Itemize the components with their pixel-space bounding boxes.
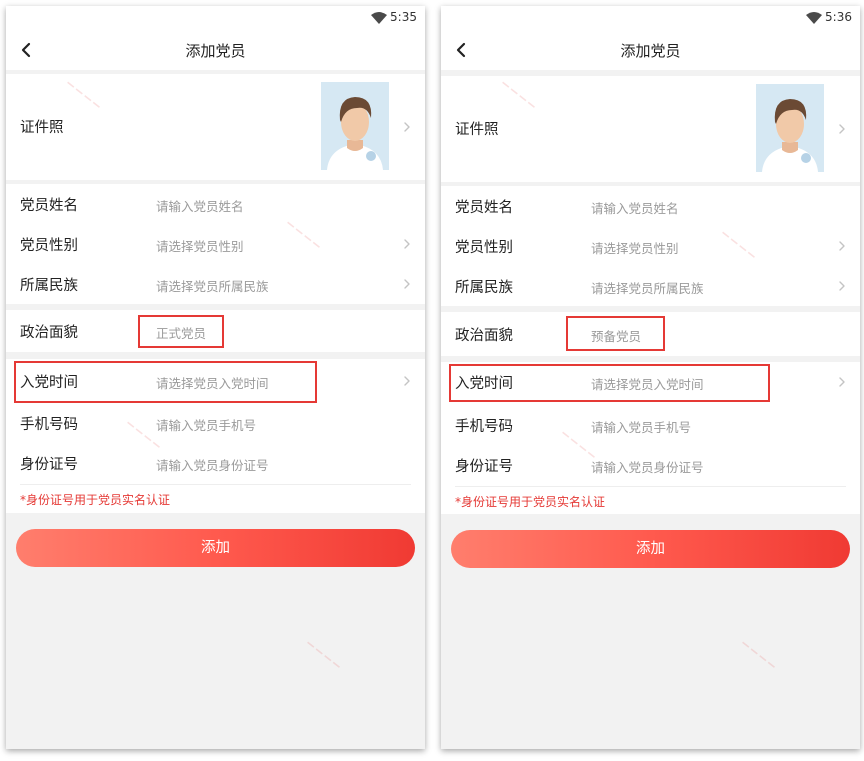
political-status-card: 政治面貌 正式党员 bbox=[6, 310, 425, 352]
contact-card: 入党时间 请选择党员入党时间 手机号码 请输入党员手机号 身份证号 请输入党员身… bbox=[441, 362, 860, 514]
political-status-value[interactable]: 正式党员 bbox=[156, 323, 206, 342]
phone-row[interactable]: 手机号码 请输入党员手机号 bbox=[6, 403, 425, 443]
photo-label: 证件照 bbox=[455, 122, 499, 138]
field-label: 党员姓名 bbox=[20, 198, 78, 214]
ethnicity-row[interactable]: 所属民族 请选择党员所属民族 bbox=[441, 266, 860, 306]
chevron-right-icon bbox=[838, 281, 846, 291]
ethnicity-row[interactable]: 所属民族 请选择党员所属民族 bbox=[6, 264, 425, 304]
divider bbox=[20, 484, 411, 485]
field-label: 政治面貌 bbox=[455, 328, 513, 344]
phone-row[interactable]: 手机号码 请输入党员手机号 bbox=[441, 405, 860, 445]
field-label: 手机号码 bbox=[20, 417, 78, 433]
ethnicity-select[interactable]: 请选择党员所属民族 bbox=[591, 278, 704, 297]
avatar-photo[interactable] bbox=[756, 84, 824, 172]
title-bar: 添加党员 bbox=[441, 30, 860, 70]
id-hint-text: *身份证号用于党员实名认证 bbox=[20, 493, 171, 507]
id-number-input[interactable]: 请输入党员身份证号 bbox=[156, 455, 269, 474]
title-bar: 添加党员 bbox=[6, 30, 425, 70]
field-label: 党员性别 bbox=[20, 238, 78, 254]
name-row[interactable]: 党员姓名 请输入党员姓名 bbox=[441, 186, 860, 226]
photo-label: 证件照 bbox=[20, 120, 64, 136]
field-label: 党员姓名 bbox=[455, 200, 513, 216]
gender-select[interactable]: 请选择党员性别 bbox=[591, 238, 679, 257]
field-label: 入党时间 bbox=[455, 376, 513, 392]
status-time: 5:35 bbox=[390, 10, 417, 24]
field-label: 所属民族 bbox=[455, 280, 513, 296]
name-input[interactable]: 请输入党员姓名 bbox=[156, 196, 244, 215]
add-button[interactable]: 添加 bbox=[16, 529, 415, 567]
photo-card: 证件照 bbox=[6, 74, 425, 180]
gender-row[interactable]: 党员性别 请选择党员性别 bbox=[441, 226, 860, 266]
name-input[interactable]: 请输入党员姓名 bbox=[591, 198, 679, 217]
phone-input[interactable]: 请输入党员手机号 bbox=[156, 415, 256, 434]
add-button[interactable]: 添加 bbox=[451, 530, 850, 568]
chevron-right-icon bbox=[403, 239, 411, 249]
field-label: 所属民族 bbox=[20, 278, 78, 294]
chevron-right-icon bbox=[838, 124, 846, 134]
id-number-row[interactable]: 身份证号 请输入党员身份证号 bbox=[6, 443, 425, 483]
join-date-select[interactable]: 请选择党员入党时间 bbox=[591, 374, 704, 393]
field-label: 政治面貌 bbox=[20, 325, 78, 341]
political-status-row[interactable]: 政治面貌 正式党员 bbox=[6, 311, 425, 351]
wifi-icon bbox=[806, 12, 822, 24]
political-status-value[interactable]: 预备党员 bbox=[591, 326, 641, 345]
avatar-photo[interactable] bbox=[321, 82, 389, 170]
gender-row[interactable]: 党员性别 请选择党员性别 bbox=[6, 224, 425, 264]
gender-select[interactable]: 请选择党员性别 bbox=[156, 236, 244, 255]
chevron-right-icon bbox=[403, 376, 411, 386]
field-label: 入党时间 bbox=[20, 375, 78, 391]
phone-input[interactable]: 请输入党员手机号 bbox=[591, 417, 691, 436]
phone-screen-left: 5:35 添加党员 证件照 党员姓名 请输入党员姓名 党员性别 请选择党员性别 … bbox=[6, 6, 425, 749]
watermark: ▁ ▁ ▁ ▁ bbox=[741, 634, 781, 669]
contact-card: 入党时间 请选择党员入党时间 手机号码 请输入党员手机号 身份证号 请输入党员身… bbox=[6, 359, 425, 513]
join-date-select[interactable]: 请选择党员入党时间 bbox=[156, 373, 269, 392]
field-label: 身份证号 bbox=[455, 459, 513, 475]
divider bbox=[455, 486, 846, 487]
field-label: 身份证号 bbox=[20, 457, 78, 473]
status-bar: 5:36 bbox=[441, 6, 860, 30]
field-label: 党员性别 bbox=[455, 240, 513, 256]
wifi-icon bbox=[371, 12, 387, 24]
id-number-row[interactable]: 身份证号 请输入党员身份证号 bbox=[441, 445, 860, 485]
basic-info-card: 党员姓名 请输入党员姓名 党员性别 请选择党员性别 所属民族 请选择党员所属民族 bbox=[441, 186, 860, 306]
basic-info-card: 党员姓名 请输入党员姓名 党员性别 请选择党员性别 所属民族 请选择党员所属民族 bbox=[6, 184, 425, 304]
photo-row[interactable]: 证件照 bbox=[6, 74, 425, 180]
status-bar: 5:35 bbox=[6, 6, 425, 30]
phone-screen-right: 5:36 添加党员 证件照 党员姓名 请输入党员姓名 党员性别 请选择党员性别 … bbox=[441, 6, 860, 749]
political-status-card: 政治面貌 预备党员 bbox=[441, 312, 860, 356]
join-date-row[interactable]: 入党时间 请选择党员入党时间 bbox=[6, 361, 425, 401]
id-number-input[interactable]: 请输入党员身份证号 bbox=[591, 457, 704, 476]
id-hint-text: *身份证号用于党员实名认证 bbox=[455, 495, 606, 509]
page-title: 添加党员 bbox=[620, 42, 681, 60]
watermark: ▁ ▁ ▁ ▁ bbox=[306, 634, 346, 669]
page-title: 添加党员 bbox=[185, 42, 246, 60]
field-label: 手机号码 bbox=[455, 419, 513, 435]
photo-row[interactable]: 证件照 bbox=[441, 76, 860, 182]
join-date-row[interactable]: 入党时间 请选择党员入党时间 bbox=[441, 362, 860, 402]
chevron-right-icon bbox=[403, 279, 411, 289]
status-time: 5:36 bbox=[825, 10, 852, 24]
chevron-right-icon bbox=[403, 122, 411, 132]
political-status-row[interactable]: 政治面貌 预备党员 bbox=[441, 314, 860, 354]
ethnicity-select[interactable]: 请选择党员所属民族 bbox=[156, 276, 269, 295]
chevron-right-icon bbox=[838, 377, 846, 387]
name-row[interactable]: 党员姓名 请输入党员姓名 bbox=[6, 184, 425, 224]
chevron-right-icon bbox=[838, 241, 846, 251]
photo-card: 证件照 bbox=[441, 76, 860, 182]
